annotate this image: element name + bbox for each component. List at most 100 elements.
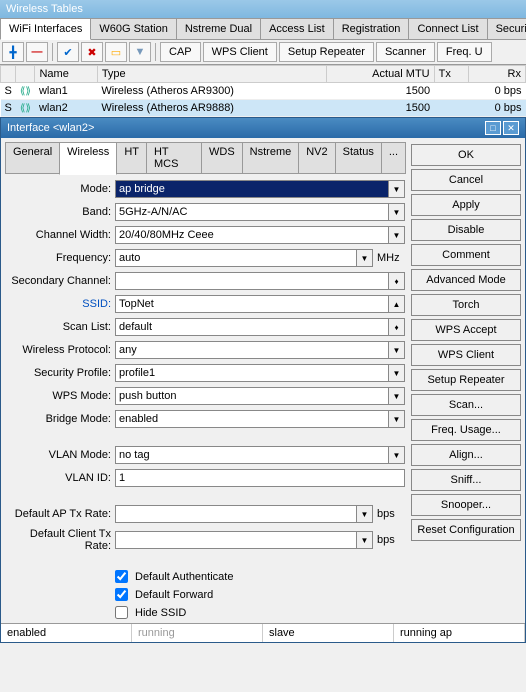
wireless-protocol-dropdown[interactable]: ▼	[389, 341, 405, 359]
default-client-tx-clear[interactable]: ▼	[357, 531, 373, 549]
dialog-dock-button[interactable]: □	[485, 121, 501, 135]
wps-client-button[interactable]: WPS Client	[411, 344, 521, 366]
wireless-protocol-label: Wireless Protocol:	[5, 344, 111, 356]
channel-width-field[interactable]	[115, 226, 389, 244]
default-client-tx-field[interactable]	[115, 531, 357, 549]
mode-field[interactable]	[115, 180, 389, 198]
default-client-tx-label: Default Client Tx Rate:	[5, 528, 111, 552]
filter-button[interactable]: ▼	[129, 42, 151, 62]
tab-nstreme[interactable]: Nstreme	[242, 142, 300, 174]
col-rx[interactable]: Rx	[469, 66, 526, 83]
align-button[interactable]: Align...	[411, 444, 521, 466]
tab-ht[interactable]: HT	[116, 142, 147, 174]
scanner-button[interactable]: Scanner	[376, 42, 435, 62]
snooper-button[interactable]: Snooper...	[411, 494, 521, 516]
bridge-mode-dropdown[interactable]: ▼	[389, 410, 405, 428]
remove-button[interactable]: —	[26, 42, 48, 62]
mode-label: Mode:	[5, 183, 111, 195]
tab-w60g-station[interactable]: W60G Station	[90, 18, 176, 39]
col-mtu[interactable]: Actual MTU	[326, 66, 434, 83]
bridge-mode-field[interactable]	[115, 410, 389, 428]
vlan-mode-field[interactable]	[115, 446, 389, 464]
comment-button[interactable]: Comment	[411, 244, 521, 266]
secondary-channel-label: Secondary Channel:	[5, 275, 111, 287]
frequency-field[interactable]	[115, 249, 357, 267]
default-ap-tx-clear[interactable]: ▼	[357, 505, 373, 523]
tab-more[interactable]: ...	[381, 142, 406, 174]
advanced-mode-button[interactable]: Advanced Mode	[411, 269, 521, 291]
status-bar: enabled running slave running ap	[1, 623, 525, 642]
ssid-field[interactable]	[115, 295, 389, 313]
tab-wifi-interfaces[interactable]: WiFi Interfaces	[0, 18, 91, 40]
status-running: running	[132, 624, 263, 642]
setup-repeater-button[interactable]: Setup Repeater	[411, 369, 521, 391]
table-row[interactable]: S ⟪⟫ wlan2 Wireless (Atheros AR9888) 150…	[1, 100, 526, 117]
setup-repeater-button[interactable]: Setup Repeater	[279, 42, 374, 62]
col-name[interactable]: Name	[35, 66, 97, 83]
add-button[interactable]: ╋	[2, 42, 24, 62]
dialog-title: Interface <wlan2>	[7, 122, 94, 134]
cancel-button[interactable]: Cancel	[411, 169, 521, 191]
secondary-channel-field[interactable]	[115, 272, 389, 290]
band-field[interactable]	[115, 203, 389, 221]
ssid-clear[interactable]: ▲	[389, 295, 405, 313]
tab-general[interactable]: General	[5, 142, 60, 174]
tab-wds[interactable]: WDS	[201, 142, 243, 174]
security-profile-field[interactable]	[115, 364, 389, 382]
comment-button[interactable]: ▭	[105, 42, 127, 62]
default-forward-checkbox[interactable]	[115, 588, 128, 601]
scan-button[interactable]: Scan...	[411, 394, 521, 416]
wps-mode-field[interactable]	[115, 387, 389, 405]
torch-button[interactable]: Torch	[411, 294, 521, 316]
wps-accept-button[interactable]: WPS Accept	[411, 319, 521, 341]
scan-list-field[interactable]	[115, 318, 389, 336]
wps-mode-dropdown[interactable]: ▼	[389, 387, 405, 405]
status-slave: slave	[263, 624, 394, 642]
col-icon[interactable]	[16, 66, 35, 83]
sniff-button[interactable]: Sniff...	[411, 469, 521, 491]
table-row[interactable]: S ⟪⟫ wlan1 Wireless (Atheros AR9300) 150…	[1, 83, 526, 100]
tab-registration[interactable]: Registration	[333, 18, 410, 39]
scan-list-spinner[interactable]: ♦	[389, 318, 405, 336]
check-icon: ✔	[63, 46, 72, 59]
wps-client-button[interactable]: WPS Client	[203, 42, 277, 62]
tab-nstreme-dual[interactable]: Nstreme Dual	[176, 18, 261, 39]
wireless-protocol-field[interactable]	[115, 341, 389, 359]
cap-button[interactable]: CAP	[160, 42, 201, 62]
tab-nv2[interactable]: NV2	[298, 142, 335, 174]
hide-ssid-checkbox[interactable]	[115, 606, 128, 619]
tab-security-profiles[interactable]: Security Profiles	[487, 18, 526, 39]
default-auth-checkbox[interactable]	[115, 570, 128, 583]
band-dropdown[interactable]: ▼	[389, 203, 405, 221]
apply-button[interactable]: Apply	[411, 194, 521, 216]
disable-button[interactable]: Disable	[411, 219, 521, 241]
plus-icon: ╋	[10, 46, 17, 59]
disable-button[interactable]: ✖	[81, 42, 103, 62]
tab-ht-mcs[interactable]: HT MCS	[146, 142, 202, 174]
frequency-dropdown[interactable]: ▼	[357, 249, 373, 267]
channel-width-dropdown[interactable]: ▼	[389, 226, 405, 244]
tab-connect-list[interactable]: Connect List	[408, 18, 487, 39]
dialog-close-button[interactable]: ✕	[503, 121, 519, 135]
ssid-label[interactable]: SSID:	[5, 298, 111, 310]
tab-access-list[interactable]: Access List	[260, 18, 334, 39]
vlan-mode-dropdown[interactable]: ▼	[389, 446, 405, 464]
col-status[interactable]	[1, 66, 16, 83]
status-running-ap: running ap	[394, 624, 525, 642]
security-profile-dropdown[interactable]: ▼	[389, 364, 405, 382]
freq-usage-button[interactable]: Freq. U	[437, 42, 492, 62]
bridge-mode-label: Bridge Mode:	[5, 413, 111, 425]
col-tx[interactable]: Tx	[434, 66, 469, 83]
minus-icon: —	[32, 46, 43, 58]
reset-config-button[interactable]: Reset Configuration	[411, 519, 521, 541]
freq-usage-button[interactable]: Freq. Usage...	[411, 419, 521, 441]
ok-button[interactable]: OK	[411, 144, 521, 166]
default-ap-tx-field[interactable]	[115, 505, 357, 523]
tab-status[interactable]: Status	[335, 142, 382, 174]
tab-wireless[interactable]: Wireless	[59, 142, 117, 175]
secondary-channel-spinner[interactable]: ♦	[389, 272, 405, 290]
enable-button[interactable]: ✔	[57, 42, 79, 62]
vlan-id-field[interactable]	[115, 469, 405, 487]
col-type[interactable]: Type	[97, 66, 326, 83]
mode-dropdown[interactable]: ▼	[389, 180, 405, 198]
